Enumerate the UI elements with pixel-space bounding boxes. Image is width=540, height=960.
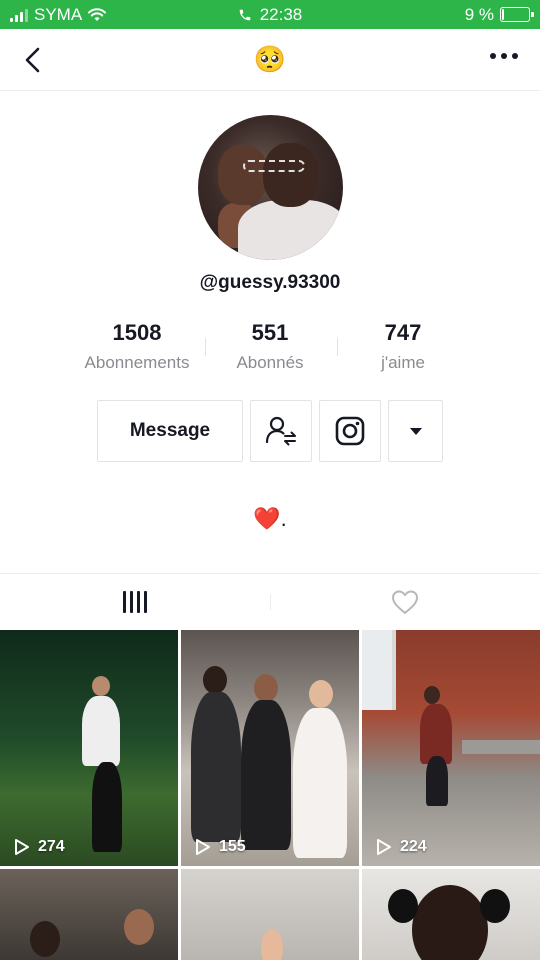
profile-avatar[interactable] [198, 115, 343, 260]
stat-label: Abonnements [84, 353, 190, 372]
stat-value: 747 [384, 320, 422, 345]
profile-username: @guessy.93300 [199, 272, 341, 293]
view-count: 224 [400, 838, 427, 855]
profile-bio: ❤️. [253, 506, 287, 531]
stat-followers[interactable]: 551 Abonnés [203, 318, 337, 374]
clock: 22:38 [259, 4, 303, 24]
status-bar: SYMA 22:38 9 % [0, 0, 540, 29]
heart-outline-icon [392, 590, 418, 614]
suggested-dropdown-button[interactable] [388, 400, 443, 462]
signal-icon [10, 8, 28, 22]
stat-following[interactable]: 1508 Abonnements [70, 318, 204, 374]
user-follow-icon [265, 416, 296, 446]
video-thumbnail[interactable] [181, 869, 359, 960]
stat-value: 1508 [112, 320, 162, 345]
grid-icon [123, 591, 147, 613]
nav-title-emoji: 🥺 [253, 44, 287, 74]
video-views: 224 [376, 838, 427, 856]
video-thumbnail[interactable] [0, 869, 178, 960]
view-count: 155 [219, 838, 246, 855]
video-views: 155 [195, 838, 246, 856]
stat-label: Abonnés [236, 353, 304, 372]
video-thumbnail[interactable]: 274 [0, 630, 178, 866]
stat-label: j'aime [381, 353, 425, 372]
view-count: 274 [38, 838, 65, 855]
profile-tabs [0, 573, 540, 629]
follow-status-button[interactable] [250, 400, 312, 462]
message-button[interactable]: Message [97, 400, 243, 462]
video-thumbnail[interactable] [362, 869, 540, 960]
battery-percent: 9 % [464, 4, 494, 24]
carrier-name: SYMA [34, 4, 83, 24]
tab-videos[interactable] [0, 574, 270, 630]
tab-liked[interactable] [270, 574, 540, 630]
play-outline-icon [15, 839, 29, 855]
wifi-icon [88, 7, 107, 21]
video-views: 274 [14, 838, 65, 856]
play-outline-icon [196, 839, 210, 855]
more-options-icon[interactable] [490, 53, 518, 59]
video-thumbnail[interactable]: 155 [181, 630, 359, 866]
video-thumbnail[interactable]: 224 [362, 630, 540, 866]
video-grid: 274 155 224 [0, 630, 540, 960]
play-outline-icon [377, 839, 391, 855]
top-nav: 🥺 [0, 29, 540, 91]
battery-icon [500, 7, 534, 22]
profile-stats: 1508 Abonnements 551 Abonnés 747 j'aime [70, 318, 470, 378]
stat-likes[interactable]: 747 j'aime [336, 318, 470, 374]
stat-value: 551 [251, 320, 289, 345]
caret-down-icon [409, 427, 422, 435]
phone-icon [239, 9, 250, 20]
instagram-button[interactable] [319, 400, 381, 462]
instagram-icon [335, 416, 365, 446]
